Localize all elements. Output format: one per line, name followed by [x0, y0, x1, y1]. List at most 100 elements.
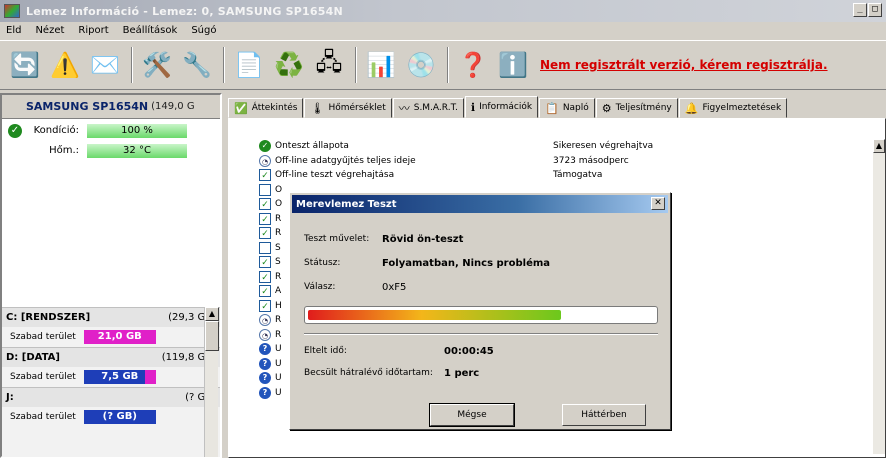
partition-header[interactable]: J: (? GB): [2, 387, 220, 407]
document-button[interactable]: 📄: [230, 45, 268, 85]
status-label: Státusz:: [304, 258, 341, 268]
partition-free-row: Szabad terület 21,0 GB: [2, 327, 220, 347]
tab-label: Hőmérséklet: [328, 103, 386, 113]
checkbox-icon: ✓: [259, 169, 271, 182]
test-progress-bar: [304, 306, 658, 324]
info-row[interactable]: ✓ Önteszt állapota Sikeresen végrehajtva: [259, 139, 869, 154]
tab-label: Teljesítmény: [615, 103, 672, 113]
partition-name: C: [RENDSZER]: [6, 312, 91, 323]
info-row[interactable]: ◔ Off-line adatgyűjtés teljes ideje 3723 m…: [259, 154, 869, 169]
temperature-label: Hőm.:: [49, 145, 79, 156]
info-row[interactable]: ✓ Off-line teszt végrehajtása Támogatva: [259, 168, 869, 183]
tab-label: Információk: [479, 102, 533, 112]
condition-row: ✓ Kondíció: 100 %: [2, 122, 220, 139]
info-button[interactable]: ℹ️: [494, 45, 532, 85]
partition-header[interactable]: D: [DATA] (119,8 GB): [2, 347, 220, 367]
checkbox-icon: ✓: [259, 227, 271, 240]
checkbox-icon: [259, 241, 271, 254]
background-button[interactable]: Háttérben: [562, 404, 646, 426]
partition-name: J:: [6, 392, 14, 403]
warning-icon: ⚠️: [50, 51, 80, 79]
partition-list: C: [RENDSZER] (29,3 GB) Szabad terület 2…: [2, 307, 220, 457]
partition-free-row: Szabad terület 7,5 GB: [2, 367, 220, 387]
cycle-button[interactable]: ♻️: [270, 45, 308, 85]
checkbox-icon: ✓: [259, 212, 271, 225]
mail-button[interactable]: ✉️: [86, 45, 124, 85]
close-icon[interactable]: ✕: [651, 197, 665, 210]
tab-performance[interactable]: ⚙ Teljesítmény: [595, 98, 678, 118]
free-space-value: (? GB): [83, 410, 156, 424]
menu-help[interactable]: Súgó: [191, 25, 216, 36]
refresh-icon: 🔄: [10, 51, 40, 79]
maximize-button[interactable]: □: [868, 3, 882, 17]
smart-icon: 〰: [398, 102, 410, 115]
progress-fill: [308, 310, 561, 320]
response-row: Válasz: 0xF5: [304, 279, 406, 295]
toolbar-separator: [223, 47, 225, 83]
test-operation-row: Teszt művelet: Rövid ön-teszt: [304, 231, 463, 247]
network-icon: 🖧: [315, 47, 343, 76]
partition-scrollbar[interactable]: ▲: [204, 307, 219, 457]
menu-file[interactable]: Eld: [6, 25, 21, 36]
tab-bar: ✅ Áttekintés 🌡 Hőmérséklet 〰 S.M.A.R.T. ℹ In…: [228, 96, 886, 118]
minimize-button[interactable]: _: [853, 3, 867, 17]
warning-button[interactable]: ⚠️: [46, 45, 84, 85]
help-button[interactable]: ❓: [454, 45, 492, 85]
clock-icon: ◔: [259, 154, 271, 167]
remaining-row: Becsült hátralévő időtartam: 1 perc: [304, 365, 479, 381]
log-icon: 📋: [545, 101, 559, 115]
checkbox-icon: ✓: [259, 299, 271, 312]
cancel-button[interactable]: Mégse: [429, 403, 515, 427]
free-space-value: 7,5 GB: [83, 370, 156, 384]
free-space-label: Szabad terület: [10, 412, 76, 422]
tab-information[interactable]: ℹ Információk: [464, 96, 539, 118]
info-icon: ℹ: [470, 100, 476, 114]
elapsed-row: Eltelt idő: 00:00:45: [304, 343, 494, 359]
test-operation-value: Rövid ön-teszt: [382, 233, 464, 245]
registration-link[interactable]: Nem regisztrált verzió, kérem regisztrál…: [540, 58, 828, 72]
refresh-button[interactable]: 🔄: [6, 45, 44, 85]
tab-smart[interactable]: 〰 S.M.A.R.T.: [392, 98, 464, 118]
alerts-icon: 🔔: [684, 101, 699, 115]
disk-button[interactable]: 💿: [402, 45, 440, 85]
scroll-thumb[interactable]: [205, 321, 219, 351]
drive-size: (149,0 G: [151, 101, 195, 112]
free-space-label: Szabad terület: [10, 332, 76, 342]
temperature-value: 32 °C: [87, 143, 187, 158]
tab-log[interactable]: 📋 Napló: [539, 98, 595, 118]
info-row-label: Önteszt állapota: [275, 141, 349, 152]
checkbox-icon: [259, 183, 271, 196]
chart-button[interactable]: 📊: [362, 45, 400, 85]
tab-label: S.M.A.R.T.: [413, 103, 458, 113]
menu-report[interactable]: Riport: [78, 25, 108, 36]
performance-icon: ⚙: [601, 101, 612, 115]
partition-free-row: Szabad terület (? GB): [2, 407, 220, 427]
tab-overview[interactable]: ✅ Áttekintés: [228, 98, 304, 118]
ok-status-icon: ✓: [259, 140, 271, 153]
network-button[interactable]: 🖧: [310, 45, 348, 85]
status-row: Státusz: Folyamatban, Nincs probléma: [304, 255, 550, 271]
drive-panel: SAMSUNG SP1654N (149,0 G ✓ Kondíció: 100…: [0, 93, 222, 458]
info-scrollbar[interactable]: ▲: [873, 139, 885, 454]
info-row-label: Off-line adatgyűjtés teljes ideje: [275, 155, 416, 166]
partition-header[interactable]: C: [RENDSZER] (29,3 GB): [2, 307, 220, 327]
question-icon: ?: [259, 386, 271, 399]
tools-button[interactable]: 🛠️: [138, 45, 176, 85]
scroll-up-icon[interactable]: ▲: [873, 139, 885, 153]
drive-header[interactable]: SAMSUNG SP1654N (149,0 G: [2, 95, 220, 119]
tab-alerts[interactable]: 🔔 Figyelmeztetések: [678, 98, 788, 118]
checkbox-icon: ✓: [259, 198, 271, 211]
temperature-row: Hőm.: 32 °C: [2, 142, 220, 159]
menu-view[interactable]: Nézet: [35, 25, 64, 36]
scroll-up-icon[interactable]: ▲: [205, 307, 219, 321]
toolbar-separator: [131, 47, 133, 83]
question-icon: ?: [259, 343, 271, 356]
info-row-value: Sikeresen végrehajtva: [553, 141, 654, 152]
question-icon: ?: [259, 372, 271, 385]
cycle-icon: ♻️: [274, 51, 304, 79]
info-row-value: Támogatva: [553, 170, 603, 181]
menu-settings[interactable]: Beállítások: [123, 25, 178, 36]
wrench-button[interactable]: 🔧: [178, 45, 216, 85]
toolbar-separator: [355, 47, 357, 83]
tab-temperature[interactable]: 🌡 Hőmérséklet: [304, 98, 392, 118]
